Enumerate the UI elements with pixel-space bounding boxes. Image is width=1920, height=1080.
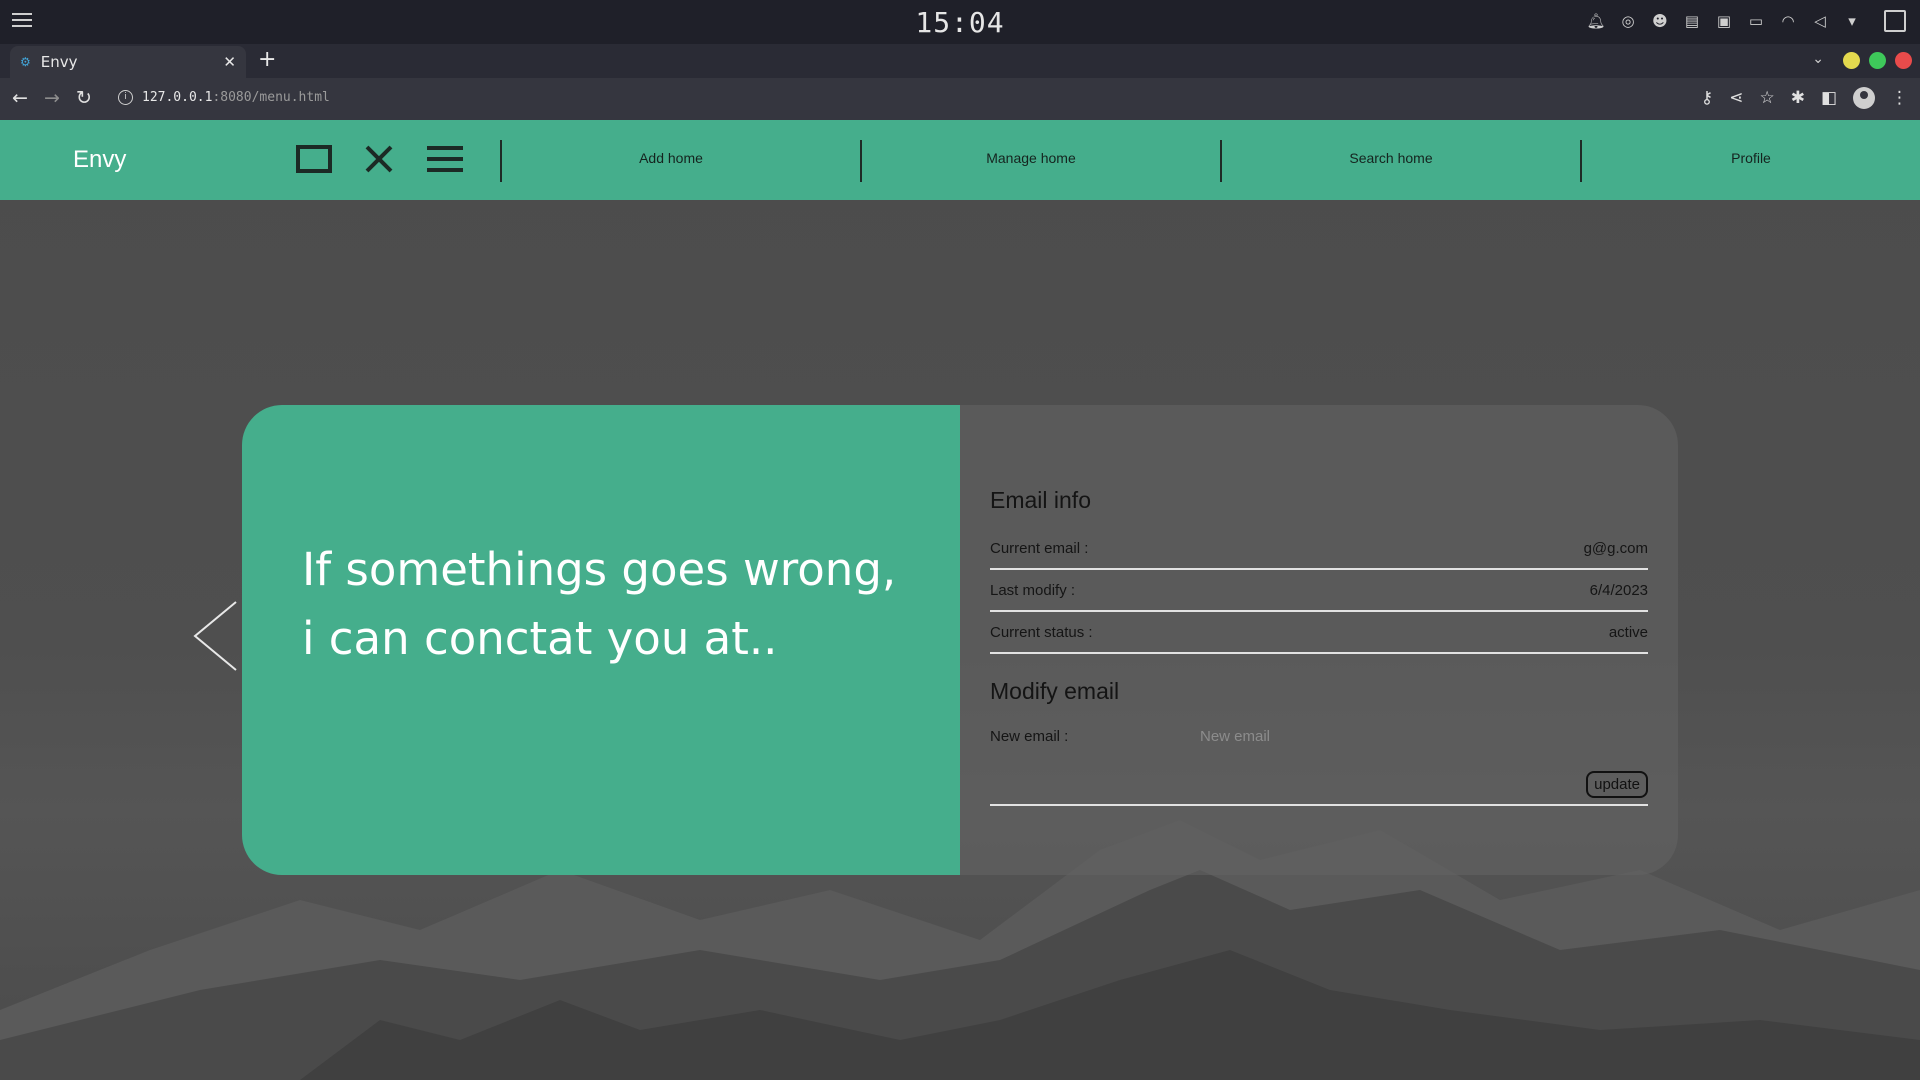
back-icon[interactable]: ← [12,87,28,109]
browser-tab-strip: ⚙ Envy ✕ + ⌄ [0,44,1920,78]
new-email-input[interactable] [1200,727,1500,745]
modify-email-title: Modify email [990,678,1120,704]
maximize-button[interactable] [1869,52,1886,69]
nav-link-add-home[interactable]: Add home [492,150,850,166]
window-controls [1843,52,1912,69]
email-info-title: Email info [990,487,1091,513]
brand-logo[interactable]: Envy [73,146,126,174]
info-label: Current email : [990,539,1089,557]
system-tray: 🔔︎ ◎ ☻ ▤ ▣ ▭ ◠ ◁ ▾ [1586,10,1906,32]
os-top-bar: 15:04 🔔︎ ◎ ☻ ▤ ▣ ▭ ◠ ◁ ▾ [0,0,1920,44]
new-tab-icon[interactable]: + [258,47,276,72]
nav-link-manage-home[interactable]: Manage home [852,150,1210,166]
side-panel-icon[interactable]: ◧ [1821,88,1837,108]
tab-title: Envy [40,53,78,71]
previous-arrow-icon[interactable] [192,600,238,672]
info-label: Last modify : [990,581,1076,599]
nav-link-search-home[interactable]: Search home [1212,150,1570,166]
key-icon[interactable]: ⚷ [1701,88,1713,108]
url-field[interactable]: 127.0.0.1:8080/menu.html [142,90,330,105]
info-row-last-modify: Last modify : 6/4/2023 [990,570,1648,612]
update-button[interactable]: update [1586,771,1648,798]
show-desktop-icon[interactable] [1884,10,1906,32]
tab-search-icon[interactable]: ⌄ [1812,51,1824,67]
email-card: If somethings goes wrong, i can conctat … [242,405,1678,875]
address-bar-actions: ⚷ ⋖ ☆ ✱ ◧ ⋮ [1701,87,1908,109]
card-form-panel: Email info Current email : g@g.com Last … [960,405,1678,875]
close-window-button[interactable] [1895,52,1912,69]
square-icon[interactable] [296,144,332,174]
share-icon[interactable]: ⋖ [1729,88,1743,108]
steam-icon[interactable]: ◎ [1618,11,1638,31]
site-info-icon[interactable]: i [118,90,133,105]
nav-link-profile[interactable]: Profile [1572,150,1920,166]
url-host: 127.0.0.1 [142,90,213,105]
bookmark-star-icon[interactable]: ☆ [1759,88,1774,108]
page-viewport: Envy Add home Manage home Search home Pr… [0,120,1920,1080]
new-email-label: New email : [990,727,1069,745]
extensions-icon[interactable]: ✱ [1791,88,1805,108]
battery-icon[interactable]: ▭ [1746,11,1766,31]
bell-icon[interactable]: 🔔︎ [1586,11,1606,31]
wifi-icon[interactable]: ◠ [1778,11,1798,31]
reload-icon[interactable]: ↻ [76,87,92,109]
info-row-current-status: Current status : active [990,612,1648,654]
info-label: Current status : [990,623,1093,641]
discord-icon[interactable]: ☻ [1650,11,1670,31]
url-path: :8080/menu.html [212,90,330,105]
info-value: active [1608,623,1648,641]
speaker-muted-icon[interactable]: ◁ [1810,11,1830,31]
update-row: update [990,753,1648,806]
forward-icon[interactable]: → [44,87,60,109]
top-navbar: Envy Add home Manage home Search home Pr… [0,120,1920,200]
clipboard-icon[interactable]: ▤ [1682,11,1702,31]
new-email-row: New email : [990,719,1648,753]
browser-tab[interactable]: ⚙ Envy ✕ [10,46,246,78]
address-bar: ← → ↻ i 127.0.0.1:8080/menu.html ⚷ ⋖ ☆ ✱… [0,78,1920,120]
info-value: 6/4/2023 [1589,581,1648,599]
close-tab-icon[interactable]: ✕ [223,53,236,71]
more-menu-icon[interactable]: ⋮ [1891,88,1908,108]
info-row-current-email: Current email : g@g.com [990,528,1648,570]
profile-avatar-icon[interactable] [1853,87,1875,109]
hero-text: If somethings goes wrong, i can conctat … [302,543,897,665]
hamburger-menu-icon[interactable] [426,144,464,174]
close-icon[interactable] [364,144,394,174]
package-icon[interactable]: ▣ [1714,11,1734,31]
favicon-icon: ⚙ [20,55,31,69]
minimize-button[interactable] [1843,52,1860,69]
info-value: g@g.com [1583,539,1648,557]
dropdown-icon[interactable]: ▾ [1842,11,1862,31]
card-hero-panel: If somethings goes wrong, i can conctat … [242,405,960,875]
